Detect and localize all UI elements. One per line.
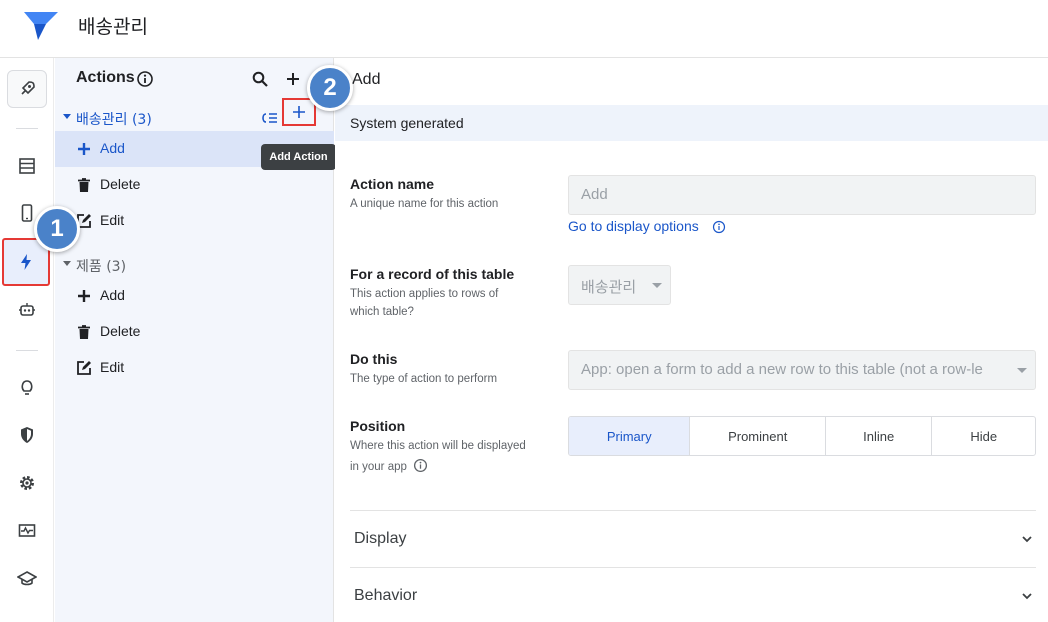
position-help-line2: in your app <box>350 458 428 476</box>
position-help-line1: Where this action will be displayed <box>350 440 526 452</box>
edit-icon <box>77 361 91 375</box>
page-title: Add <box>352 71 381 88</box>
search-icon[interactable] <box>251 70 269 88</box>
group-label: 배송관리 (3) <box>76 112 152 128</box>
trash-icon <box>78 178 90 192</box>
step-callout-2: 2 <box>307 65 353 111</box>
rocket-icon[interactable] <box>7 70 47 108</box>
caret-down-icon[interactable] <box>63 261 71 266</box>
group-header[interactable]: 배송관리 (3) <box>55 98 334 132</box>
table-select-value: 배송관리 <box>581 279 637 296</box>
caret-down-icon[interactable] <box>63 114 71 119</box>
section-title: Display <box>354 530 407 547</box>
app-title: 배송관리 <box>78 16 148 38</box>
position-primary-button[interactable]: Primary <box>569 417 691 455</box>
plus-icon <box>78 143 90 155</box>
list-item[interactable]: Edit <box>55 350 334 386</box>
position-hide-button[interactable]: Hide <box>932 417 1035 455</box>
bot-icon[interactable] <box>7 292 47 328</box>
do-this-help: The type of action to perform <box>350 373 498 385</box>
school-icon[interactable] <box>7 561 47 597</box>
display-options-link[interactable]: Go to display options <box>568 218 699 234</box>
actions-panel: Actions 배송관리 (3) Add Delete Edit 제품 (3) … <box>55 58 334 622</box>
sort-icon[interactable] <box>259 110 279 126</box>
position-label: Position <box>350 418 406 434</box>
info-icon[interactable] <box>136 70 154 88</box>
list-item[interactable]: Add <box>55 278 334 314</box>
table-icon[interactable] <box>7 148 47 184</box>
info-icon[interactable] <box>712 220 726 234</box>
list-item[interactable]: Edit <box>55 203 334 239</box>
top-bar: 배송관리 <box>0 0 1048 58</box>
item-label: Add <box>100 140 125 156</box>
banner-text: System generated <box>350 115 464 131</box>
item-label: Delete <box>100 323 141 339</box>
section-title: Behavior <box>354 587 418 604</box>
group-header[interactable]: 제품 (3) <box>55 253 334 279</box>
gear-icon[interactable] <box>7 465 47 501</box>
do-this-label: Do this <box>350 351 398 367</box>
chevron-down-icon <box>1022 536 1032 543</box>
item-label: Delete <box>100 176 141 192</box>
shield-icon[interactable] <box>7 417 47 453</box>
list-item[interactable]: Delete <box>55 314 334 350</box>
do-this-value: App: open a form to add a new row to thi… <box>581 361 983 378</box>
system-generated-banner: System generated <box>335 105 1048 141</box>
item-label: Edit <box>100 359 125 375</box>
list-item[interactable]: Delete <box>55 167 334 203</box>
plus-icon <box>78 290 90 302</box>
position-selector: Primary Prominent Inline Hide <box>568 416 1036 456</box>
table-help-line1: This action applies to rows of <box>350 288 499 300</box>
appsheet-logo-icon <box>24 12 58 40</box>
chevron-down-icon <box>1022 593 1032 600</box>
do-this-select[interactable]: App: open a form to add a new row to thi… <box>568 350 1036 390</box>
table-label: For a record of this table <box>350 266 515 282</box>
bulb-icon[interactable] <box>7 370 47 406</box>
add-icon[interactable] <box>283 69 303 89</box>
panel-title: Actions <box>76 69 135 86</box>
display-section[interactable]: Display <box>350 510 1036 567</box>
info-icon[interactable] <box>413 458 428 473</box>
plus-icon <box>293 106 305 118</box>
action-name-field[interactable]: Add <box>568 175 1036 215</box>
add-action-button[interactable] <box>282 98 316 126</box>
trash-icon <box>78 325 90 339</box>
position-inline-button[interactable]: Inline <box>826 417 933 455</box>
action-name-label: Action name <box>350 176 435 192</box>
step-callout-1: 1 <box>34 206 80 252</box>
chevron-down-icon <box>652 283 662 288</box>
add-action-tooltip: Add Action <box>261 144 336 170</box>
rail-divider <box>16 128 38 129</box>
monitor-icon[interactable] <box>7 513 47 549</box>
action-name-help: A unique name for this action <box>350 198 499 210</box>
behavior-section[interactable]: Behavior <box>350 567 1036 622</box>
table-help-line2: which table? <box>350 306 414 318</box>
table-select[interactable]: 배송관리 <box>568 265 671 305</box>
item-label: Edit <box>100 212 125 228</box>
group-label: 제품 (3) <box>76 259 127 275</box>
position-help-text: in your app <box>350 461 407 473</box>
left-rail <box>0 58 54 622</box>
item-label: Add <box>100 287 125 303</box>
rail-divider <box>16 350 38 351</box>
chevron-down-icon <box>1017 368 1027 373</box>
position-prominent-button[interactable]: Prominent <box>690 417 826 455</box>
action-editor: Add System generated Action name A uniqu… <box>335 58 1048 622</box>
